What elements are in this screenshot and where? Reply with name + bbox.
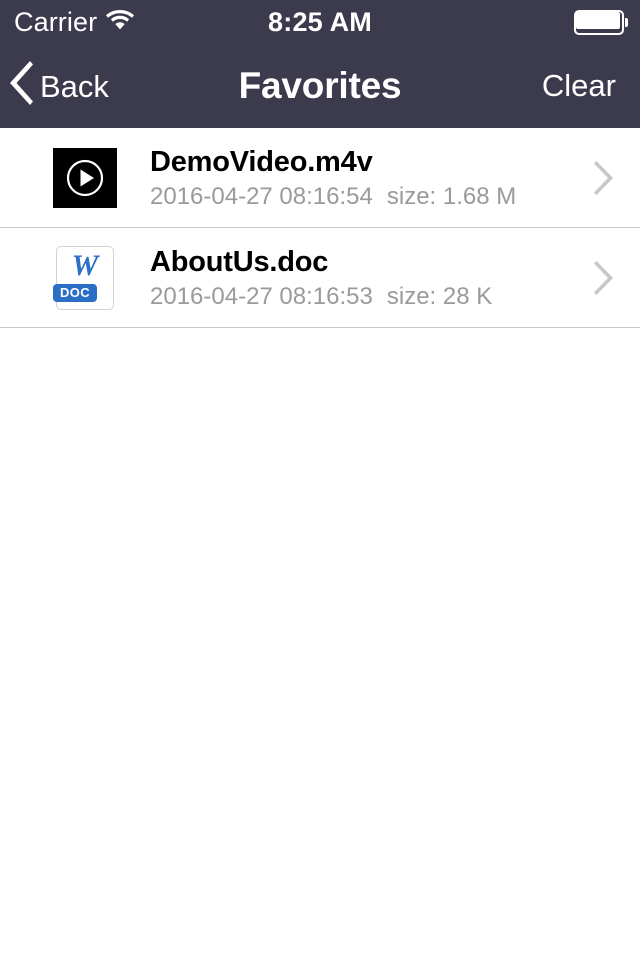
chevron-right-icon (594, 228, 614, 328)
app-screen: Carrier 8:25 AM Back Favorites Clear Dem… (0, 0, 640, 960)
video-play-icon (53, 146, 117, 210)
file-info: AboutUs.doc 2016-04-27 08:16:53 size: 28… (150, 228, 570, 328)
navigation-bar: Back Favorites Clear (0, 44, 640, 128)
status-bar: Carrier 8:25 AM (0, 0, 640, 44)
file-name: DemoVideo.m4v (150, 145, 373, 178)
word-document-icon: W DOC (53, 246, 117, 310)
table-row[interactable]: W DOC AboutUs.doc 2016-04-27 08:16:53 si… (0, 228, 640, 328)
doc-badge: DOC (53, 283, 98, 302)
file-size: size: 1.68 M (386, 183, 517, 211)
battery-full-icon (574, 9, 628, 35)
chevron-right-icon (594, 128, 614, 228)
file-meta: 2016-04-27 08:16:54 size: 1.68 M (150, 184, 570, 209)
file-info: DemoVideo.m4v 2016-04-27 08:16:54 size: … (150, 128, 570, 228)
doc-letter: W (71, 249, 99, 282)
table-row[interactable]: DemoVideo.m4v 2016-04-27 08:16:54 size: … (0, 128, 640, 228)
file-date: 2016-04-27 08:16:54 (150, 183, 373, 211)
file-date: 2016-04-27 08:16:53 (150, 283, 373, 311)
status-bar-time: 8:25 AM (268, 6, 372, 37)
file-size: size: 28 K (386, 283, 493, 311)
status-bar-right (574, 0, 628, 44)
clear-button[interactable]: Clear (542, 44, 616, 128)
file-name: AboutUs.doc (150, 245, 329, 278)
file-list: DemoVideo.m4v 2016-04-27 08:16:54 size: … (0, 128, 640, 328)
file-meta: 2016-04-27 08:16:53 size: 28 K (150, 284, 570, 309)
